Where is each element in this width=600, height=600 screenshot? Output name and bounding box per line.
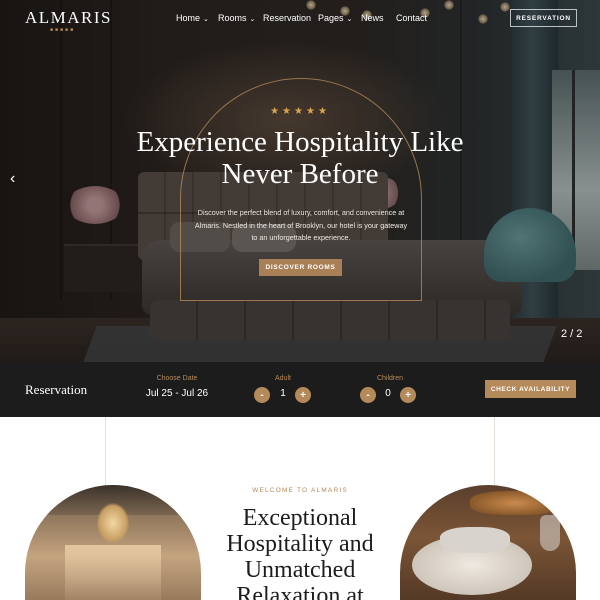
hero-headline-line: Never Before [221,158,379,190]
hero-headline: Experience Hospitality Like Never Before [90,126,510,190]
nav-item-reservation[interactable]: Reservation [263,13,311,23]
children-minus-button[interactable]: - [360,387,376,403]
hero-headline-line: Experience Hospitality Like [136,126,464,158]
image-detail [540,515,560,551]
image-detail [470,491,560,515]
star-rating-icon: ★★★★★ [270,106,330,117]
hero-arch-frame-base [180,300,422,301]
nav-item-label: Reservation [263,13,312,23]
divider [105,417,106,492]
lobby-image [25,485,201,600]
nav-item-label: Contact [396,13,428,23]
nav-item-home[interactable]: Home ⌄ [176,13,209,23]
adult-label: Adult [275,375,291,382]
nav-item-news[interactable]: News [361,13,384,23]
chevron-down-icon: ⌄ [249,16,256,23]
children-plus-button[interactable]: + [400,387,416,403]
adult-minus-button[interactable]: - [254,387,270,403]
nav-item-label: News [361,13,384,23]
children-label: Children [376,375,404,382]
nav-item-label: Pages [318,13,344,23]
adult-plus-button[interactable]: + [295,387,311,403]
page: ALMARIS ■■■■■ Home ⌄ Rooms ⌄ Reservation P… [0,0,600,600]
discover-rooms-button[interactable]: DISCOVER ROOMS [259,259,342,276]
children-count: 0 [385,388,391,399]
chevron-down-icon: ⌄ [203,16,209,23]
adult-count: 1 [280,388,286,399]
hero-subtext: Discover the perfect blend of luxury, co… [194,208,408,242]
nav-item-rooms[interactable]: Rooms ⌄ [218,13,255,23]
chevron-left-icon[interactable]: ‹ [10,170,15,188]
nav-item-label: Rooms [218,13,247,23]
reservation-title: Reservation [25,382,88,397]
logo[interactable]: ALMARIS [25,8,112,28]
nav-item-contact[interactable]: Contact [396,13,427,23]
image-detail [65,545,161,600]
date-range-field[interactable]: Jul 25 - Jul 26 [145,388,209,399]
chevron-down-icon: ⌄ [346,16,353,23]
divider [494,417,495,492]
choose-date-label: Choose Date [156,375,198,382]
logo-stars-icon: ■■■■■ [50,27,76,33]
slide-counter: 2 / 2 [561,328,583,340]
reservation-button[interactable]: RESERVATION [510,9,577,27]
check-availability-button[interactable]: CHECK AVAILABILITY [485,380,576,398]
intro-heading: Exceptional Hospitality and Unmatched Re… [226,505,374,600]
nav-item-label: Home [176,13,201,23]
nav-item-pages[interactable]: Pages ⌄ [318,13,352,23]
image-detail [440,527,510,553]
image-detail [97,503,129,543]
